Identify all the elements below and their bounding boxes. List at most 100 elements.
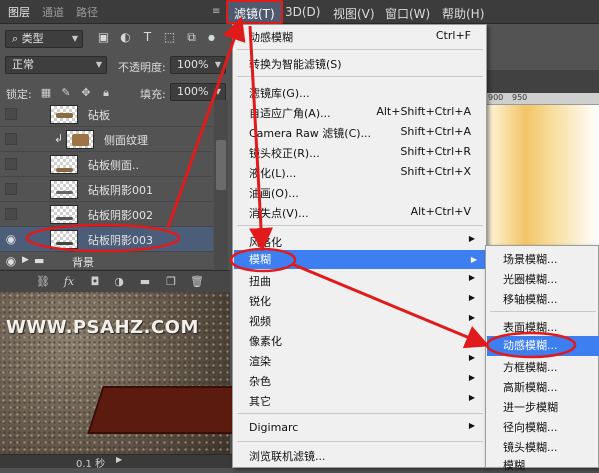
lock-label: 锁定: [6,88,32,101]
lock-position-icon[interactable]: ✥ [80,87,92,99]
search-icon: ⌕ [12,32,22,45]
submenu-item-field-blur[interactable]: 场景模糊... [503,251,558,267]
new-layer-icon[interactable]: ❐ [164,275,178,289]
blend-mode-dropdown[interactable]: 正常 ▼ [5,56,107,74]
blend-mode-value: 正常 [12,58,34,71]
menu-item-convert-smart[interactable]: 转换为智能滤镜(S) [249,56,483,72]
visibility-toggle[interactable] [5,183,17,195]
menu-item-noise[interactable]: 杂色 ▶ [249,373,483,389]
add-mask-icon[interactable]: ◘ [88,275,102,289]
visibility-toggle[interactable] [5,108,17,120]
fx-icon[interactable]: fx [62,275,76,289]
expand-arrow-icon[interactable]: ▶ [22,255,29,265]
opacity-label: 不透明度: [118,61,166,74]
menu-item-liquify[interactable]: 液化(L)... Shift+Ctrl+X [249,165,483,181]
layer-row[interactable]: 砧板阴影001 [0,177,213,202]
layer-name: 砧板阴影002 [88,209,153,222]
menu-filter[interactable]: 滤镜(T) [226,0,283,24]
chevron-down-icon: ▼ [214,60,221,69]
tab-layers[interactable]: 图层 [8,4,30,22]
link-layers-icon[interactable]: ⛓ [36,275,50,289]
menu-item-last-filter[interactable]: 动感模糊 Ctrl+F [249,29,483,45]
document-image[interactable] [486,105,599,245]
adjustment-layer-icon[interactable]: ◑ [112,275,126,289]
type-filter-icon[interactable]: T [141,31,154,44]
menu-item-label: 消失点(V)... [249,207,309,220]
menu-item-shortcut: Shift+Ctrl+R [400,145,471,158]
new-group-icon[interactable]: ▬ [138,275,152,289]
menu-item-pixelate[interactable]: 像素化 ▶ [249,333,483,349]
layer-thumbnail [50,205,78,224]
trash-icon[interactable]: 🗑︎ [190,275,204,289]
visibility-toggle[interactable] [5,208,17,220]
pixel-filter-icon[interactable]: ▣ [97,31,110,44]
menu-item-sharpen[interactable]: 锐化 ▶ [249,293,483,309]
submenu-arrow-icon: ▶ [468,393,475,402]
filter-toggle-icon[interactable]: ● [205,31,218,44]
tab-channels[interactable]: 通道 [42,4,64,22]
menu-window[interactable]: 窗口(W) [385,5,430,22]
tab-paths[interactable]: 路径 [76,4,98,22]
smart-object-filter-icon[interactable]: ⧉ [185,31,198,44]
eye-icon[interactable]: ◉ [5,255,17,267]
layer-row[interactable]: 砧板 [0,102,213,127]
fill-field[interactable]: 100% ▼ [170,83,226,101]
panel-menu-icon[interactable]: ≡ [212,7,226,17]
menu-item-render[interactable]: 渲染 ▶ [249,353,483,369]
submenu-item-lens-blur[interactable]: 镜头模糊... [503,439,558,455]
submenu-arrow-icon: ▶ [468,373,475,382]
submenu-item-surface-blur[interactable]: 表面模糊... [503,319,558,335]
lock-image-icon[interactable]: ✎ [60,87,72,99]
menu-item-digimarc[interactable]: Digimarc ▶ [249,421,483,434]
menu-item-lens-correction[interactable]: 镜头校正(R)... Shift+Ctrl+R [249,145,483,161]
menu-item-vanishing-point[interactable]: 消失点(V)... Alt+Ctrl+V [249,205,483,221]
visibility-toggle[interactable] [5,158,17,170]
menu-item-camera-raw[interactable]: Camera Raw 滤镜(C)... Shift+Ctrl+A [249,125,483,141]
menu-view[interactable]: 视图(V) [333,5,375,22]
submenu-item-iris-blur[interactable]: 光圈模糊... [503,271,558,287]
menu-item-distort[interactable]: 扭曲 ▶ [249,273,483,289]
menu-item-shortcut: Shift+Ctrl+X [400,165,471,178]
menu-item-other[interactable]: 其它 ▶ [249,393,483,409]
eye-icon[interactable]: ◉ [5,233,17,245]
filter-kind-dropdown[interactable]: ⌕ 类型 ▼ [5,30,83,48]
menu-help[interactable]: 帮助(H) [442,5,484,22]
menu-item-label: 锐化 [249,295,271,308]
visibility-toggle[interactable] [5,133,17,145]
menu-item-gallery[interactable]: 滤镜库(G)... [249,85,483,101]
lock-all-icon[interactable]: 🔒︎ [100,87,112,99]
submenu-item-blur-more[interactable]: 进一步模糊 [503,399,558,415]
layer-row-selected[interactable]: ◉ 砧板阴影003 [0,227,213,252]
submenu-item-motion-blur[interactable]: 动感模糊... [487,336,599,356]
layer-row[interactable]: 砧板阴影002 [0,202,213,227]
opacity-field[interactable]: 100% ▼ [170,56,226,74]
submenu-item-box-blur[interactable]: 方框模糊... [503,359,558,375]
menu-item-label: 自适应广角(A)... [249,107,331,120]
layer-thumbnail [50,155,78,174]
fill-value: 100% [177,85,209,98]
submenu-arrow-icon: ▶ [468,293,475,302]
shape-filter-icon[interactable]: ⬚ [163,31,176,44]
menu-3d[interactable]: 3D(D) [285,5,320,19]
menu-separator [490,311,596,312]
layer-row[interactable]: ↲ 侧面纹理 [0,127,213,152]
layer-thumbnail [66,130,94,149]
submenu-item-blur[interactable]: 模糊 [503,457,525,473]
layer-row[interactable]: 砧板侧面.. [0,152,213,177]
menu-item-browse-online[interactable]: 浏览联机滤镜... [249,448,483,464]
submenu-item-gaussian-blur[interactable]: 高斯模糊... [503,379,558,395]
submenu-item-tilt-shift[interactable]: 移轴模糊... [503,291,558,307]
menu-item-stylize[interactable]: 风格化 ▶ [249,234,483,250]
filter-menu: 动感模糊 Ctrl+F 转换为智能滤镜(S) 滤镜库(G)... 自适应广角(A… [232,24,487,468]
submenu-item-radial-blur[interactable]: 径向模糊... [503,419,558,435]
scrollbar-thumb[interactable] [216,140,226,190]
lock-transparent-icon[interactable]: ▦ [40,87,52,99]
layer-group-row[interactable]: ◉ ▶ ▬ 背景 [0,252,213,270]
status-menu-arrow-icon[interactable]: ▶ [116,455,122,464]
menu-item-blur[interactable]: 模糊 ▶ [234,250,485,269]
menu-item-video[interactable]: 视频 ▶ [249,313,483,329]
menu-item-adaptive-wide[interactable]: 自适应广角(A)... Alt+Shift+Ctrl+A [249,105,483,121]
menu-separator [237,413,483,414]
adjustment-filter-icon[interactable]: ◐ [119,31,132,44]
menu-item-oil-paint[interactable]: 油画(O)... [249,185,483,201]
